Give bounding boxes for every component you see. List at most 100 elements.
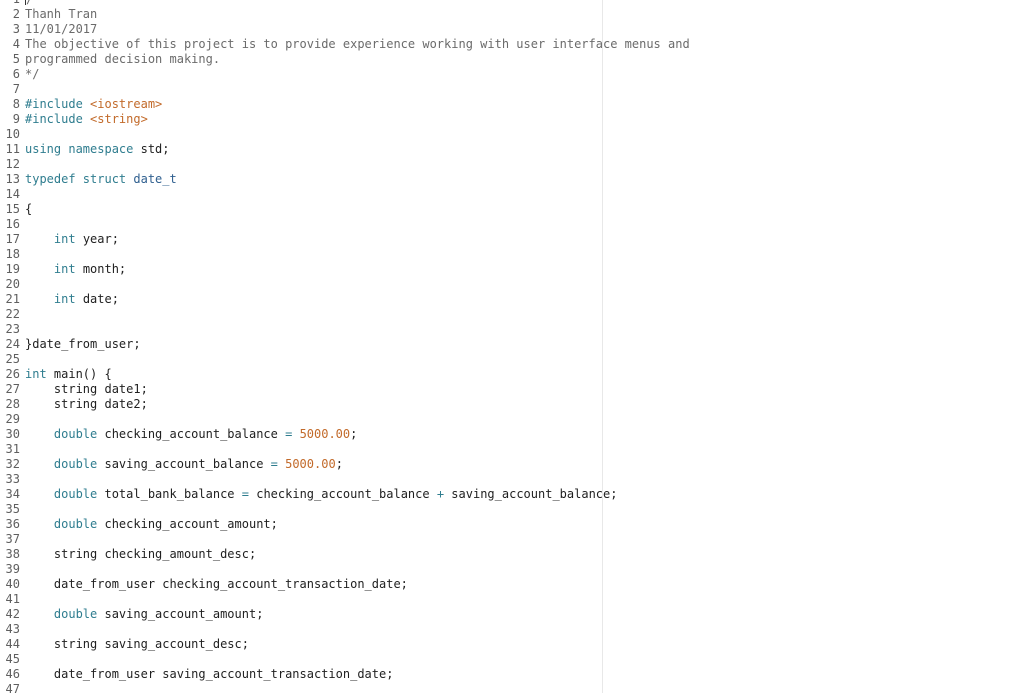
code-line[interactable]: 11 using namespace std; [0, 142, 1024, 157]
code-token: <string> [90, 112, 148, 126]
code-line[interactable]: 39 [0, 562, 1024, 577]
code-line[interactable]: 37 [0, 532, 1024, 547]
code-token: string checking_amount_desc; [25, 547, 257, 561]
line-number: 22 [5, 307, 20, 321]
code-line[interactable]: 14 [0, 187, 1024, 202]
line-code: double checking_account_balance = 5000.0… [25, 427, 357, 442]
line-number: 45 [5, 652, 20, 666]
line-number: 3 [12, 22, 20, 36]
code-lines[interactable]: 1 /* 2 Thanh Tran 3 11/01/2017 4 The objective … [0, 0, 1024, 693]
code-token: typedef struct [25, 172, 134, 186]
code-line[interactable]: 29 [0, 412, 1024, 427]
line-number: 32 [5, 457, 20, 471]
code-line[interactable]: 7 [0, 82, 1024, 97]
code-line[interactable]: 44 string saving_account_desc; [0, 637, 1024, 652]
code-token: checking_account_balance [256, 487, 437, 501]
code-line[interactable]: 20 [0, 277, 1024, 292]
code-line[interactable]: 13 typedef struct date_t [0, 172, 1024, 187]
code-line[interactable]: 21 int date; [0, 292, 1024, 307]
line-number: 39 [5, 562, 20, 576]
code-token: /* [26, 0, 40, 6]
code-line[interactable]: 43 [0, 622, 1024, 637]
code-token: 5000.00 [285, 457, 336, 471]
line-number: 15 [5, 202, 20, 216]
line-code: string checking_amount_desc; [25, 547, 256, 562]
code-token: <iostream> [90, 97, 163, 111]
line-number: 5 [12, 52, 20, 66]
code-line[interactable]: 32 double saving_account_balance = 5000.… [0, 457, 1024, 472]
code-line[interactable]: 35 [0, 502, 1024, 517]
line-number: 17 [5, 232, 20, 246]
code-line[interactable]: 38 string checking_amount_desc; [0, 547, 1024, 562]
code-line[interactable]: 22 [0, 307, 1024, 322]
code-line[interactable]: 3 11/01/2017 [0, 22, 1024, 37]
code-line[interactable]: 5 programmed decision making. [0, 52, 1024, 67]
code-line[interactable]: 24}date_from_user; [0, 337, 1024, 352]
code-line[interactable]: 34 double total_bank_balance = checking_… [0, 487, 1024, 502]
code-token: int [53, 262, 83, 276]
code-line[interactable]: 10 [0, 127, 1024, 142]
line-number: 27 [5, 382, 20, 396]
code-line[interactable]: 47 [0, 682, 1024, 693]
code-line[interactable]: 1 /* [0, 0, 1024, 7]
line-number: 7 [12, 82, 20, 96]
code-token: saving_account_balance; [451, 487, 618, 501]
code-line[interactable]: 12 [0, 157, 1024, 172]
line-number: 47 [5, 682, 20, 693]
code-token: ; [335, 457, 343, 471]
code-line[interactable]: 42 double saving_account_amount; [0, 607, 1024, 622]
code-editor[interactable]: 1 /* 2 Thanh Tran 3 11/01/2017 4 The objective … [0, 0, 1024, 693]
code-line[interactable]: 40 date_from_user checking_account_trans… [0, 577, 1024, 592]
code-line[interactable]: 4 The objective of this project is to pro… [0, 37, 1024, 52]
code-token: double [53, 427, 105, 441]
code-line[interactable]: 8 #include <iostream> [0, 97, 1024, 112]
code-line[interactable]: 17 int year; [0, 232, 1024, 247]
code-line[interactable]: 45 [0, 652, 1024, 667]
code-line[interactable]: 23 [0, 322, 1024, 337]
line-code: string date2; [25, 397, 148, 412]
code-token: double [53, 607, 105, 621]
code-line[interactable]: 16 [0, 217, 1024, 232]
code-line[interactable]: 46 date_from_user saving_account_transac… [0, 667, 1024, 682]
code-token: int [25, 367, 54, 381]
code-token: year; [82, 232, 119, 246]
code-line[interactable]: 31 [0, 442, 1024, 457]
line-code: typedef struct date_t [25, 172, 177, 187]
line-code: string date1; [25, 382, 148, 397]
code-token: = [285, 427, 300, 441]
line-code: int month; [25, 262, 126, 277]
line-number: 16 [5, 217, 20, 231]
line-number: 34 [5, 487, 20, 501]
code-line[interactable]: 33 [0, 472, 1024, 487]
code-token: */ [25, 67, 40, 81]
code-line[interactable]: 26 int main() { [0, 367, 1024, 382]
code-line[interactable]: 30 double checking_account_balance = 500… [0, 427, 1024, 442]
code-line[interactable]: 2 Thanh Tran [0, 7, 1024, 22]
code-line[interactable]: 41 [0, 592, 1024, 607]
line-code: int main() { [25, 367, 112, 382]
line-number: 19 [5, 262, 20, 276]
code-line[interactable]: 15 { [0, 202, 1024, 217]
line-number: 6 [12, 67, 20, 81]
line-code: The objective of this project is to prov… [25, 37, 690, 52]
code-token: date_from_user checking_account_transact… [25, 577, 408, 591]
line-number: 9 [12, 112, 20, 126]
code-line[interactable]: 27 string date1; [0, 382, 1024, 397]
code-line[interactable]: 28 string date2; [0, 397, 1024, 412]
code-token: int [53, 232, 83, 246]
line-number: 12 [5, 157, 20, 171]
code-token: saving_account_balance [104, 457, 271, 471]
line-number: 18 [5, 247, 20, 261]
code-token: checking_account_amount; [104, 517, 278, 531]
line-number: 30 [5, 427, 20, 441]
code-line[interactable]: 9 #include <string> [0, 112, 1024, 127]
code-token: string date1; [25, 382, 148, 396]
code-line[interactable]: 36 double checking_account_amount; [0, 517, 1024, 532]
code-line[interactable]: 25 [0, 352, 1024, 367]
code-line[interactable]: 19 int month; [0, 262, 1024, 277]
line-code: double total_bank_balance = checking_acc… [25, 487, 618, 502]
code-line[interactable]: 6 */ [0, 67, 1024, 82]
code-line[interactable]: 18 [0, 247, 1024, 262]
code-token: 5000.00 [299, 427, 351, 441]
